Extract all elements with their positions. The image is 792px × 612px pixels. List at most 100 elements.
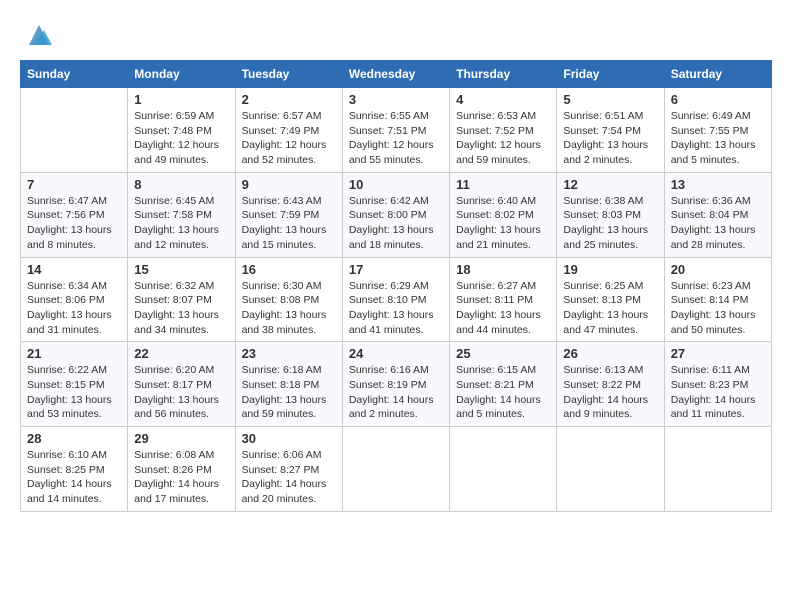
day-cell: 25 Sunrise: 6:15 AMSunset: 8:21 PMDayligh… — [450, 342, 557, 427]
day-cell: 21 Sunrise: 6:22 AMSunset: 8:15 PMDayligh… — [21, 342, 128, 427]
day-info: Sunrise: 6:15 AMSunset: 8:21 PMDaylight:… — [456, 363, 550, 422]
day-cell: 19 Sunrise: 6:25 AMSunset: 8:13 PMDayligh… — [557, 257, 664, 342]
day-number: 28 — [27, 431, 121, 446]
day-cell: 4 Sunrise: 6:53 AMSunset: 7:52 PMDaylight… — [450, 88, 557, 173]
day-number: 6 — [671, 92, 765, 107]
day-cell: 14Sunrise: 6:34 AMSunset: 8:06 PMDayligh… — [21, 257, 128, 342]
day-info: Sunrise: 6:53 AMSunset: 7:52 PMDaylight:… — [456, 109, 550, 168]
day-number: 18 — [456, 262, 550, 277]
day-number: 24 — [349, 346, 443, 361]
column-header-saturday: Saturday — [664, 61, 771, 88]
day-cell: 6 Sunrise: 6:49 AMSunset: 7:55 PMDaylight… — [664, 88, 771, 173]
day-cell — [21, 88, 128, 173]
day-info: Sunrise: 6:43 AMSunset: 7:59 PMDaylight:… — [242, 194, 336, 253]
week-row-3: 14Sunrise: 6:34 AMSunset: 8:06 PMDayligh… — [21, 257, 772, 342]
day-info: Sunrise: 6:08 AMSunset: 8:26 PMDaylight:… — [134, 448, 228, 507]
day-cell: 15 Sunrise: 6:32 AMSunset: 8:07 PMDayligh… — [128, 257, 235, 342]
day-number: 5 — [563, 92, 657, 107]
week-row-1: 1 Sunrise: 6:59 AMSunset: 7:48 PMDaylight… — [21, 88, 772, 173]
day-cell — [342, 427, 449, 512]
column-header-thursday: Thursday — [450, 61, 557, 88]
day-info: Sunrise: 6:18 AMSunset: 8:18 PMDaylight:… — [242, 363, 336, 422]
logo-icon — [24, 20, 54, 50]
day-cell: 2 Sunrise: 6:57 AMSunset: 7:49 PMDaylight… — [235, 88, 342, 173]
day-info: Sunrise: 6:25 AMSunset: 8:13 PMDaylight:… — [563, 279, 657, 338]
day-cell: 10Sunrise: 6:42 AMSunset: 8:00 PMDayligh… — [342, 172, 449, 257]
day-number: 20 — [671, 262, 765, 277]
column-header-sunday: Sunday — [21, 61, 128, 88]
day-cell: 1 Sunrise: 6:59 AMSunset: 7:48 PMDaylight… — [128, 88, 235, 173]
day-number: 14 — [27, 262, 121, 277]
day-info: Sunrise: 6:13 AMSunset: 8:22 PMDaylight:… — [563, 363, 657, 422]
calendar-table: SundayMondayTuesdayWednesdayThursdayFrid… — [20, 60, 772, 512]
day-info: Sunrise: 6:49 AMSunset: 7:55 PMDaylight:… — [671, 109, 765, 168]
day-info: Sunrise: 6:22 AMSunset: 8:15 PMDaylight:… — [27, 363, 121, 422]
day-info: Sunrise: 6:32 AMSunset: 8:07 PMDaylight:… — [134, 279, 228, 338]
day-cell: 8 Sunrise: 6:45 AMSunset: 7:58 PMDaylight… — [128, 172, 235, 257]
day-cell: 9 Sunrise: 6:43 AMSunset: 7:59 PMDaylight… — [235, 172, 342, 257]
day-number: 1 — [134, 92, 228, 107]
day-info: Sunrise: 6:27 AMSunset: 8:11 PMDaylight:… — [456, 279, 550, 338]
day-info: Sunrise: 6:45 AMSunset: 7:58 PMDaylight:… — [134, 194, 228, 253]
day-number: 19 — [563, 262, 657, 277]
day-info: Sunrise: 6:40 AMSunset: 8:02 PMDaylight:… — [456, 194, 550, 253]
day-info: Sunrise: 6:38 AMSunset: 8:03 PMDaylight:… — [563, 194, 657, 253]
day-cell — [450, 427, 557, 512]
day-number: 26 — [563, 346, 657, 361]
day-cell: 28Sunrise: 6:10 AMSunset: 8:25 PMDayligh… — [21, 427, 128, 512]
week-row-2: 7 Sunrise: 6:47 AMSunset: 7:56 PMDaylight… — [21, 172, 772, 257]
day-number: 11 — [456, 177, 550, 192]
day-cell: 7 Sunrise: 6:47 AMSunset: 7:56 PMDaylight… — [21, 172, 128, 257]
day-cell: 23 Sunrise: 6:18 AMSunset: 8:18 PMDayligh… — [235, 342, 342, 427]
column-header-tuesday: Tuesday — [235, 61, 342, 88]
day-number: 23 — [242, 346, 336, 361]
day-cell — [557, 427, 664, 512]
day-info: Sunrise: 6:20 AMSunset: 8:17 PMDaylight:… — [134, 363, 228, 422]
day-info: Sunrise: 6:47 AMSunset: 7:56 PMDaylight:… — [27, 194, 121, 253]
week-row-4: 21 Sunrise: 6:22 AMSunset: 8:15 PMDayligh… — [21, 342, 772, 427]
day-cell: 5 Sunrise: 6:51 AMSunset: 7:54 PMDaylight… — [557, 88, 664, 173]
day-number: 13 — [671, 177, 765, 192]
day-info: Sunrise: 6:57 AMSunset: 7:49 PMDaylight:… — [242, 109, 336, 168]
day-number: 21 — [27, 346, 121, 361]
day-cell: 13 Sunrise: 6:36 AMSunset: 8:04 PMDayligh… — [664, 172, 771, 257]
day-number: 3 — [349, 92, 443, 107]
day-info: Sunrise: 6:42 AMSunset: 8:00 PMDaylight:… — [349, 194, 443, 253]
day-number: 17 — [349, 262, 443, 277]
day-cell: 11 Sunrise: 6:40 AMSunset: 8:02 PMDayligh… — [450, 172, 557, 257]
day-cell — [664, 427, 771, 512]
day-number: 7 — [27, 177, 121, 192]
day-info: Sunrise: 6:16 AMSunset: 8:19 PMDaylight:… — [349, 363, 443, 422]
day-info: Sunrise: 6:29 AMSunset: 8:10 PMDaylight:… — [349, 279, 443, 338]
day-number: 4 — [456, 92, 550, 107]
day-info: Sunrise: 6:51 AMSunset: 7:54 PMDaylight:… — [563, 109, 657, 168]
day-number: 12 — [563, 177, 657, 192]
day-info: Sunrise: 6:55 AMSunset: 7:51 PMDaylight:… — [349, 109, 443, 168]
calendar-body: 1 Sunrise: 6:59 AMSunset: 7:48 PMDaylight… — [21, 88, 772, 512]
column-header-monday: Monday — [128, 61, 235, 88]
day-info: Sunrise: 6:30 AMSunset: 8:08 PMDaylight:… — [242, 279, 336, 338]
week-row-5: 28Sunrise: 6:10 AMSunset: 8:25 PMDayligh… — [21, 427, 772, 512]
day-cell: 26 Sunrise: 6:13 AMSunset: 8:22 PMDayligh… — [557, 342, 664, 427]
day-number: 9 — [242, 177, 336, 192]
day-number: 22 — [134, 346, 228, 361]
day-info: Sunrise: 6:59 AMSunset: 7:48 PMDaylight:… — [134, 109, 228, 168]
day-cell: 27Sunrise: 6:11 AMSunset: 8:23 PMDayligh… — [664, 342, 771, 427]
day-number: 30 — [242, 431, 336, 446]
day-info: Sunrise: 6:36 AMSunset: 8:04 PMDaylight:… — [671, 194, 765, 253]
column-header-wednesday: Wednesday — [342, 61, 449, 88]
header-row: SundayMondayTuesdayWednesdayThursdayFrid… — [21, 61, 772, 88]
logo — [20, 20, 54, 50]
day-cell: 3 Sunrise: 6:55 AMSunset: 7:51 PMDaylight… — [342, 88, 449, 173]
day-cell: 22 Sunrise: 6:20 AMSunset: 8:17 PMDayligh… — [128, 342, 235, 427]
day-info: Sunrise: 6:11 AMSunset: 8:23 PMDaylight:… — [671, 363, 765, 422]
day-number: 2 — [242, 92, 336, 107]
day-cell: 24 Sunrise: 6:16 AMSunset: 8:19 PMDayligh… — [342, 342, 449, 427]
day-number: 15 — [134, 262, 228, 277]
day-info: Sunrise: 6:06 AMSunset: 8:27 PMDaylight:… — [242, 448, 336, 507]
day-cell: 29Sunrise: 6:08 AMSunset: 8:26 PMDayligh… — [128, 427, 235, 512]
day-cell: 17 Sunrise: 6:29 AMSunset: 8:10 PMDayligh… — [342, 257, 449, 342]
day-number: 25 — [456, 346, 550, 361]
day-number: 8 — [134, 177, 228, 192]
day-cell: 18 Sunrise: 6:27 AMSunset: 8:11 PMDayligh… — [450, 257, 557, 342]
